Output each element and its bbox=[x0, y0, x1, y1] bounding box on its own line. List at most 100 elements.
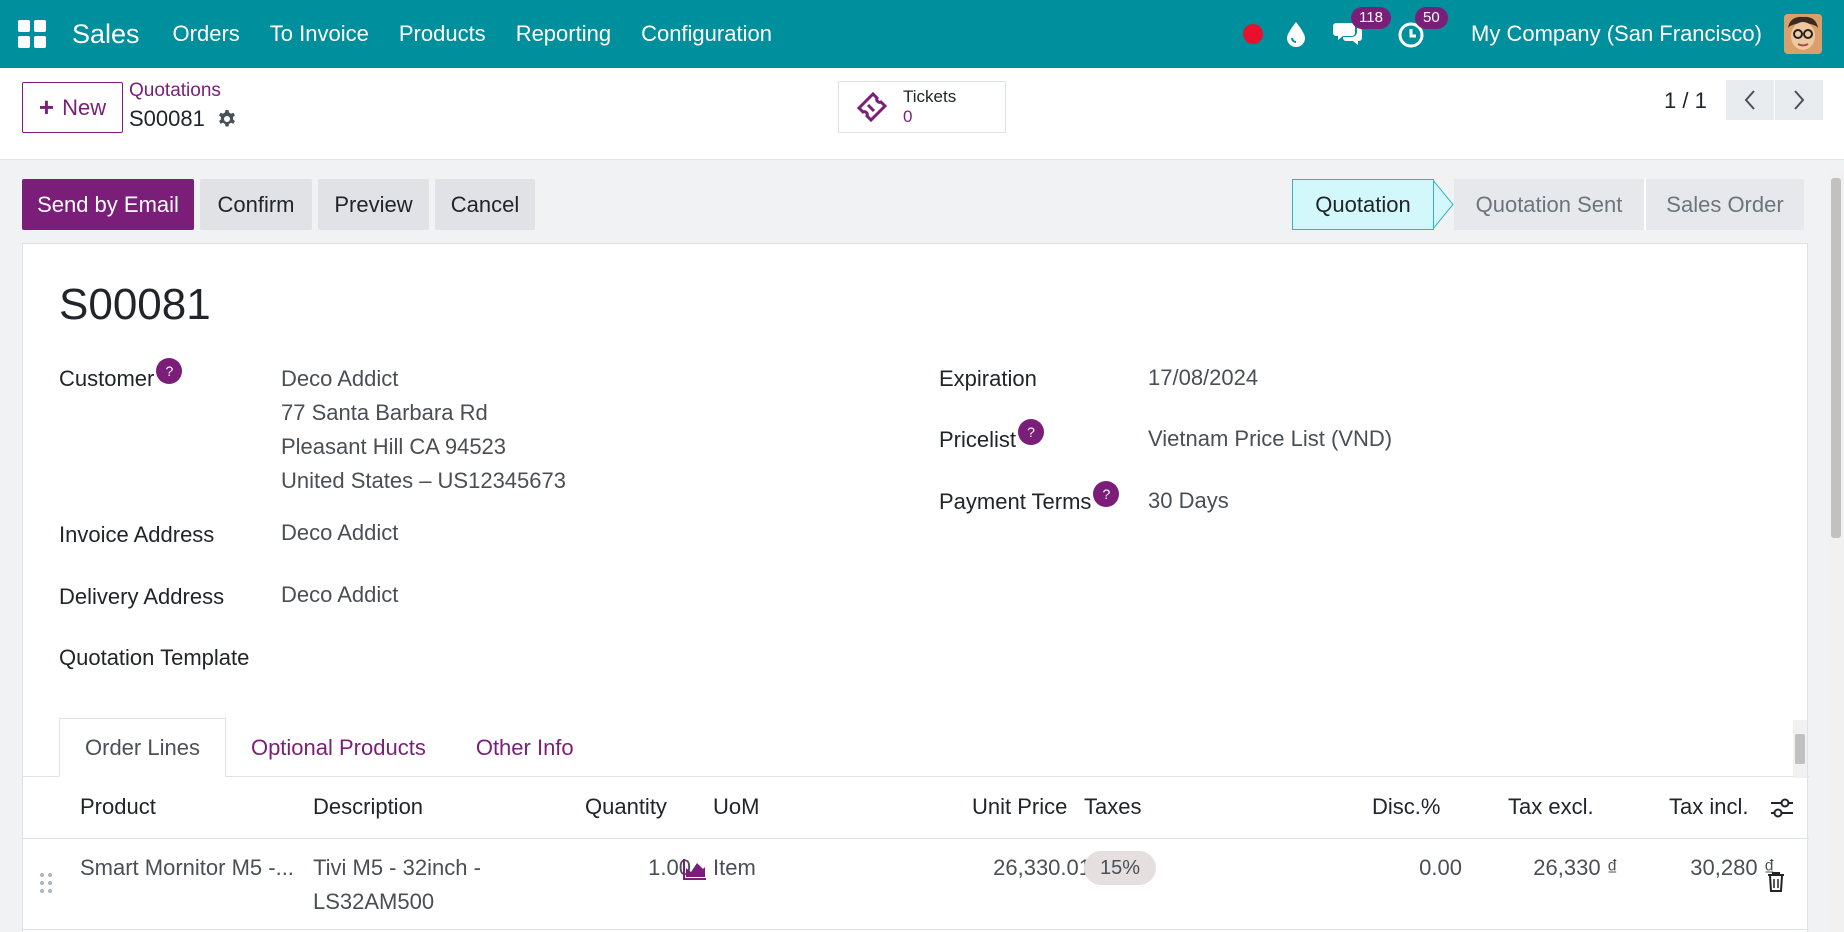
page-scrollbar-thumb[interactable] bbox=[1831, 178, 1841, 538]
tickets-smart-button[interactable]: Tickets 0 bbox=[838, 81, 1006, 133]
stage-quotation-sent[interactable]: Quotation Sent bbox=[1454, 179, 1644, 230]
cell-discount[interactable]: 0.00 bbox=[1363, 851, 1462, 885]
control-panel: + New Quotations S00081 Tickets 0 1 / 1 bbox=[0, 68, 1844, 160]
avatar-face-icon bbox=[1784, 14, 1822, 54]
main-menu: Orders To Invoice Products Reporting Con… bbox=[158, 21, 787, 47]
customer-city: Pleasant Hill CA 94523 bbox=[281, 434, 507, 459]
quotation-template-field[interactable] bbox=[281, 639, 881, 673]
activities-button[interactable]: 50 bbox=[1397, 7, 1448, 49]
preview-button[interactable]: Preview bbox=[318, 179, 429, 230]
column-taxes[interactable]: Taxes bbox=[1084, 794, 1141, 820]
navbar-systray: 118 50 My Company (San Francisco) bbox=[1243, 0, 1844, 68]
table-header-divider bbox=[23, 838, 1809, 839]
cell-product[interactable]: Smart Mornitor M5 -... bbox=[80, 851, 294, 885]
delivery-address-label: Delivery Address bbox=[59, 584, 225, 609]
breadcrumb-current-label: S00081 bbox=[129, 106, 205, 131]
customer-country: United States – US12345673 bbox=[281, 468, 566, 493]
customer-label: Customer? bbox=[59, 358, 183, 392]
payment-terms-label: Payment Terms? bbox=[939, 481, 1120, 515]
column-tax-incl[interactable]: Tax incl. bbox=[1669, 794, 1748, 820]
pricelist-label: Pricelist? bbox=[939, 419, 1045, 453]
cell-tax-incl: 30,280 ₫ bbox=[1690, 855, 1775, 880]
notebook-tabs: Order Lines Optional Products Other Info bbox=[59, 718, 599, 777]
forecast-chart-icon[interactable] bbox=[683, 858, 707, 880]
company-switcher[interactable]: My Company (San Francisco) bbox=[1471, 21, 1762, 47]
plus-icon: + bbox=[38, 92, 55, 122]
menu-orders[interactable]: Orders bbox=[173, 21, 240, 47]
trash-icon[interactable] bbox=[1767, 871, 1785, 893]
tickets-count: 0 bbox=[903, 107, 913, 126]
cell-description[interactable]: Tivi M5 - 32inch - LS32AM500 bbox=[313, 851, 481, 919]
column-tax-excl[interactable]: Tax excl. bbox=[1508, 794, 1594, 820]
customer-field[interactable]: Deco Addict 77 Santa Barbara Rd Pleasant… bbox=[281, 362, 566, 498]
expiration-field[interactable]: 17/08/2024 bbox=[1148, 361, 1258, 395]
chevron-left-icon bbox=[1744, 90, 1755, 110]
user-avatar[interactable] bbox=[1784, 14, 1822, 54]
tax-badge[interactable]: 15% bbox=[1084, 851, 1157, 885]
payment-terms-field[interactable]: 30 Days bbox=[1148, 484, 1229, 518]
column-product[interactable]: Product bbox=[80, 794, 156, 820]
delivery-address-field[interactable]: Deco Addict bbox=[281, 578, 398, 612]
cell-quantity[interactable]: 1.00 bbox=[625, 851, 691, 885]
menu-to-invoice[interactable]: To Invoice bbox=[270, 21, 369, 47]
new-button-label: New bbox=[62, 94, 107, 120]
tabs-scrollbar[interactable] bbox=[1793, 720, 1807, 778]
cancel-button[interactable]: Cancel bbox=[435, 179, 535, 230]
stage-quotation[interactable]: Quotation bbox=[1292, 179, 1434, 230]
menu-products[interactable]: Products bbox=[399, 21, 486, 47]
breadcrumb-current: S00081 bbox=[129, 106, 237, 132]
pager-previous-button[interactable] bbox=[1726, 80, 1774, 120]
customer-help-icon[interactable]: ? bbox=[156, 358, 183, 384]
messages-badge: 118 bbox=[1351, 7, 1391, 29]
column-description[interactable]: Description bbox=[313, 794, 423, 820]
cell-description-line-1: Tivi M5 - 32inch - bbox=[313, 855, 481, 880]
stage-arrow-icon bbox=[1432, 179, 1454, 230]
pricelist-field[interactable]: Vietnam Price List (VND) bbox=[1148, 422, 1392, 456]
cell-unit-price[interactable]: 26,330.01 bbox=[953, 851, 1091, 885]
new-button[interactable]: + New bbox=[22, 82, 123, 133]
stage-sales-order[interactable]: Sales Order bbox=[1644, 179, 1804, 230]
ticket-icon bbox=[856, 91, 888, 123]
cell-uom[interactable]: Item bbox=[713, 851, 756, 885]
confirm-button[interactable]: Confirm bbox=[200, 179, 312, 230]
status-bar: Quotation Quotation Sent Sales Order bbox=[1292, 179, 1804, 230]
menu-reporting[interactable]: Reporting bbox=[516, 21, 611, 47]
table-row-divider bbox=[23, 929, 1809, 930]
customer-street: 77 Santa Barbara Rd bbox=[281, 400, 488, 425]
messages-button[interactable]: 118 bbox=[1333, 7, 1391, 49]
column-unit-price[interactable]: Unit Price bbox=[972, 794, 1067, 820]
cell-description-line-2: LS32AM500 bbox=[313, 889, 435, 914]
tab-optional-products[interactable]: Optional Products bbox=[226, 718, 451, 777]
tab-other-info[interactable]: Other Info bbox=[451, 718, 599, 777]
column-uom[interactable]: UoM bbox=[713, 794, 759, 820]
drop-icon[interactable] bbox=[1285, 21, 1307, 47]
activities-badge: 50 bbox=[1415, 7, 1448, 29]
quotation-template-label: Quotation Template bbox=[59, 645, 250, 670]
pricelist-help-icon[interactable]: ? bbox=[1018, 419, 1045, 445]
chevron-right-icon bbox=[1794, 90, 1805, 110]
payment-terms-help-icon[interactable]: ? bbox=[1093, 481, 1120, 507]
tab-order-lines[interactable]: Order Lines bbox=[59, 718, 226, 777]
menu-configuration[interactable]: Configuration bbox=[641, 21, 772, 47]
customer-name: Deco Addict bbox=[281, 366, 399, 391]
optional-columns-icon[interactable] bbox=[1769, 796, 1795, 820]
record-title: S00081 bbox=[59, 280, 211, 329]
breadcrumb-quotations[interactable]: Quotations bbox=[129, 80, 221, 102]
page-scrollbar[interactable] bbox=[1828, 170, 1844, 932]
drag-handle-icon[interactable] bbox=[39, 872, 53, 894]
pager-value[interactable]: 1 / 1 bbox=[1664, 88, 1707, 114]
send-by-email-button[interactable]: Send by Email bbox=[22, 179, 194, 230]
top-navbar: Sales Orders To Invoice Products Reporti… bbox=[0, 0, 1844, 68]
column-discount[interactable]: Disc.% bbox=[1372, 794, 1440, 820]
tickets-label: Tickets bbox=[903, 87, 957, 106]
gear-icon[interactable] bbox=[217, 109, 237, 129]
form-sheet: S00081 Customer? Deco Addict 77 Santa Ba… bbox=[22, 243, 1809, 932]
expiration-label: Expiration bbox=[939, 366, 1037, 391]
record-icon[interactable] bbox=[1243, 24, 1264, 44]
invoice-address-label: Invoice Address bbox=[59, 522, 215, 547]
app-name[interactable]: Sales bbox=[72, 19, 140, 50]
apps-menu-icon[interactable] bbox=[18, 20, 46, 48]
invoice-address-field[interactable]: Deco Addict bbox=[281, 516, 398, 550]
column-quantity[interactable]: Quantity bbox=[585, 794, 667, 820]
pager-next-button[interactable] bbox=[1775, 80, 1823, 120]
